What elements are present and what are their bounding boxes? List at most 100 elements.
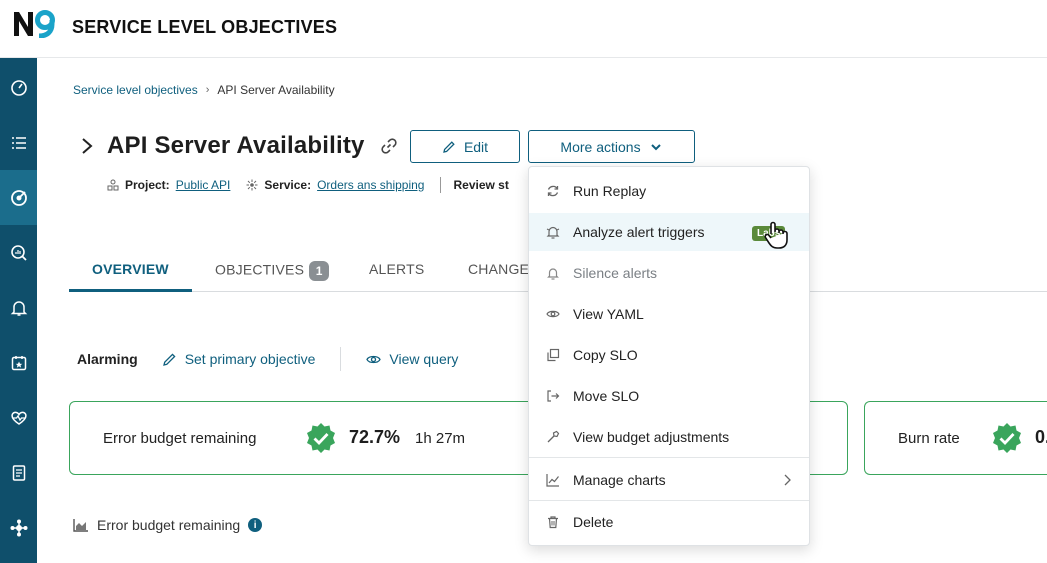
project-icon <box>107 179 119 191</box>
toolbar-divider <box>340 347 342 371</box>
bell-icon <box>547 268 559 280</box>
menu-item-label: View YAML <box>573 306 644 322</box>
copy-icon <box>547 348 560 362</box>
chevron-down-icon <box>650 143 661 150</box>
sidebar <box>0 58 37 563</box>
bell-icon <box>10 300 27 316</box>
error-budget-time: 1h 27m <box>415 430 466 447</box>
review-label: Review st <box>453 178 509 192</box>
objectives-count-badge: 1 <box>309 261 330 281</box>
trash-icon <box>548 516 558 529</box>
gauge-icon <box>10 79 27 96</box>
error-budget-card-label: Error budget remaining <box>103 430 257 447</box>
report-icon <box>12 464 25 481</box>
project-meta: Project: Public API <box>107 178 230 192</box>
menu-item-label: Silence alerts <box>573 265 658 281</box>
edit-button[interactable]: Edit <box>410 130 520 163</box>
chevron-right-icon[interactable] <box>77 136 97 156</box>
menu-item-copy-slo[interactable]: Copy SLO <box>529 336 809 374</box>
menu-divider <box>529 457 809 458</box>
page-title: API Server Availability <box>107 132 365 159</box>
sidebar-item-dashboard[interactable] <box>0 60 37 115</box>
refresh-icon <box>547 185 559 197</box>
burn-rate-card: Burn rate 0. <box>864 401 1047 475</box>
sidebar-item-alerts[interactable] <box>0 280 37 335</box>
pencil-icon <box>162 352 176 366</box>
sidebar-item-list[interactable] <box>0 115 37 170</box>
breadcrumb-separator: › <box>205 84 210 96</box>
chevron-right-icon <box>784 474 791 486</box>
menu-item-view-budget-adjustments[interactable]: View budget adjustments <box>529 418 809 456</box>
project-link[interactable]: Public API <box>176 178 231 192</box>
alarming-label: Alarming <box>77 351 138 367</box>
error-budget-section-header: Error budget remaining i <box>73 517 263 533</box>
move-icon <box>547 390 560 402</box>
menu-item-move-slo[interactable]: Move SLO <box>529 377 809 415</box>
tab-objectives[interactable]: OBJECTIVES 1 <box>215 261 330 281</box>
menu-item-silence-alerts[interactable]: Silence alerts <box>529 254 809 292</box>
service-link[interactable]: Orders ans shipping <box>317 178 424 192</box>
sidebar-item-reports[interactable] <box>0 445 37 500</box>
set-primary-objective-label: Set primary objective <box>184 351 316 367</box>
service-label: Service: <box>264 178 312 192</box>
menu-item-delete[interactable]: Delete <box>529 503 809 541</box>
project-label: Project: <box>125 178 170 192</box>
view-query-label: View query <box>389 351 459 367</box>
pencil-icon <box>443 140 455 153</box>
area-chart-icon <box>73 519 88 532</box>
sidebar-item-integrations[interactable] <box>0 500 37 555</box>
menu-item-label: Delete <box>573 514 614 530</box>
menu-divider <box>529 500 809 501</box>
tab-alerts[interactable]: ALERTS <box>369 261 424 277</box>
edit-button-label: Edit <box>463 138 489 155</box>
eye-icon <box>546 310 560 318</box>
sidebar-item-query[interactable] <box>0 225 37 280</box>
menu-item-label: Copy SLO <box>573 347 638 363</box>
set-primary-objective-button[interactable]: Set primary objective <box>162 351 316 367</box>
burn-rate-value: 0. <box>1035 427 1047 447</box>
review-meta: Review st <box>453 178 508 192</box>
more-actions-label: More actions <box>560 138 641 155</box>
breadcrumb-current: API Server Availability <box>217 83 335 97</box>
tab-objectives-label: OBJECTIVES <box>215 261 305 278</box>
menu-item-view-yaml[interactable]: View YAML <box>529 295 809 333</box>
overview-toolbar: Alarming Set primary objective View quer… <box>77 347 458 371</box>
hand-cursor-icon <box>764 221 788 249</box>
error-budget-value: 72.7% <box>349 427 401 447</box>
integrations-icon <box>10 519 27 536</box>
info-icon[interactable]: i <box>248 518 263 532</box>
menu-item-run-replay[interactable]: Run Replay <box>529 172 809 210</box>
menu-item-label: Manage charts <box>573 472 666 488</box>
burn-rate-card-label: Burn rate <box>898 430 960 447</box>
search-chart-icon <box>10 244 27 261</box>
tab-overview[interactable]: OVERVIEW <box>92 261 169 277</box>
breadcrumb-parent-link[interactable]: Service level objectives <box>73 83 198 97</box>
sidebar-item-calendar[interactable] <box>0 335 37 390</box>
error-budget-section-label: Error budget remaining <box>97 517 241 533</box>
link-icon[interactable] <box>379 136 399 156</box>
sidebar-item-slo[interactable] <box>0 170 37 225</box>
top-bar: SERVICE LEVEL OBJECTIVES <box>0 0 1047 58</box>
heartbeat-icon <box>10 411 27 425</box>
menu-item-label: Analyze alert triggers <box>573 224 705 240</box>
n9-logo[interactable] <box>12 10 58 38</box>
menu-item-label: Move SLO <box>573 388 640 404</box>
chart-icon <box>546 474 559 487</box>
alert-analyze-icon <box>546 226 560 239</box>
meta-row: Project: Public API Service: Orders ans … <box>107 177 525 193</box>
sidebar-item-health[interactable] <box>0 390 37 445</box>
service-icon <box>246 179 258 191</box>
menu-item-manage-charts[interactable]: Manage charts <box>529 461 809 499</box>
tab-changes[interactable]: CHANGE <box>468 261 529 277</box>
calendar-star-icon <box>11 355 26 370</box>
more-actions-button[interactable]: More actions <box>528 130 695 163</box>
app-title: SERVICE LEVEL OBJECTIVES <box>72 17 338 37</box>
view-query-button[interactable]: View query <box>366 351 458 367</box>
meta-divider <box>440 177 442 193</box>
menu-item-label: Run Replay <box>573 183 647 199</box>
title-row: API Server Availability <box>77 129 399 163</box>
target-icon <box>10 189 27 206</box>
breadcrumb: Service level objectives › API Server Av… <box>73 83 335 97</box>
eye-icon <box>366 355 382 363</box>
menu-item-label: View budget adjustments <box>573 429 730 445</box>
